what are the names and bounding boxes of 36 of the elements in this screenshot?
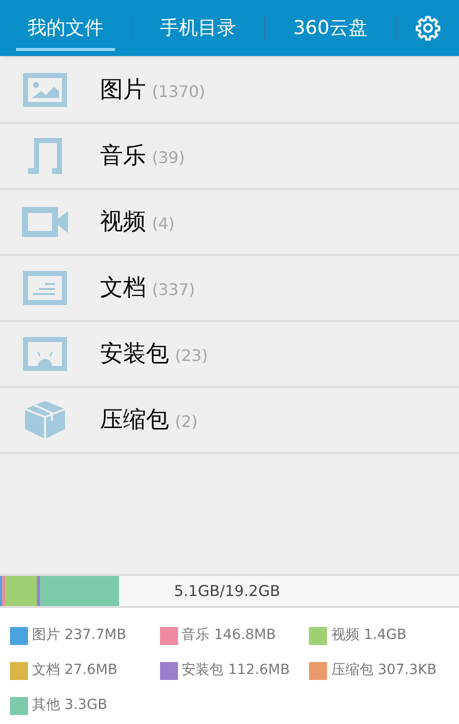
category-name: 压缩包	[100, 406, 169, 435]
legend-label: 其他 3.3GB	[32, 696, 108, 715]
legend-label: 图片 237.7MB	[32, 626, 126, 645]
tab[interactable]: 我的文件	[0, 0, 132, 56]
category-row[interactable]: 文档 (337)	[0, 256, 459, 322]
file-count: (337)	[152, 278, 196, 300]
android-frame-icon	[23, 337, 67, 371]
video-camera-icon	[22, 207, 68, 237]
file-count: (39)	[152, 146, 185, 168]
category-name: 音乐	[100, 142, 146, 171]
category-name: 视频	[100, 208, 146, 237]
file-count: (1370)	[152, 80, 206, 102]
category-row[interactable]: 音乐 (39)	[0, 124, 459, 190]
category-row[interactable]: 视频 (4)	[0, 190, 459, 256]
legend-label: 文档 27.6MB	[32, 661, 118, 680]
category-row[interactable]: 图片 (1370)	[0, 58, 459, 124]
storage-reading: 5.1GB/19.2GB	[174, 581, 280, 602]
file-count: (4)	[152, 212, 175, 234]
category-name: 文档	[100, 274, 146, 303]
box-icon	[25, 401, 65, 439]
category-name: 图片	[100, 76, 146, 105]
document-icon	[23, 271, 67, 305]
category-row[interactable]: 压缩包 (2)	[0, 388, 459, 454]
legend-label: 视频 1.4GB	[331, 626, 406, 645]
settings-icon[interactable]	[414, 15, 441, 41]
file-count: (2)	[175, 410, 198, 432]
legend-label: 安装包 112.6MB	[182, 661, 290, 680]
file-count: (23)	[175, 344, 208, 366]
picture-frame-icon	[23, 73, 67, 107]
legend-label: 音乐 146.8MB	[182, 626, 276, 645]
music-note-icon	[28, 138, 62, 174]
tab[interactable]: 360云盘	[264, 0, 396, 56]
category-name: 安装包	[100, 340, 169, 369]
legend-label: 压缩包 307.3KB	[331, 661, 437, 680]
category-row[interactable]: 安装包 (23)	[0, 322, 459, 388]
tab[interactable]: 手机目录	[132, 0, 264, 56]
